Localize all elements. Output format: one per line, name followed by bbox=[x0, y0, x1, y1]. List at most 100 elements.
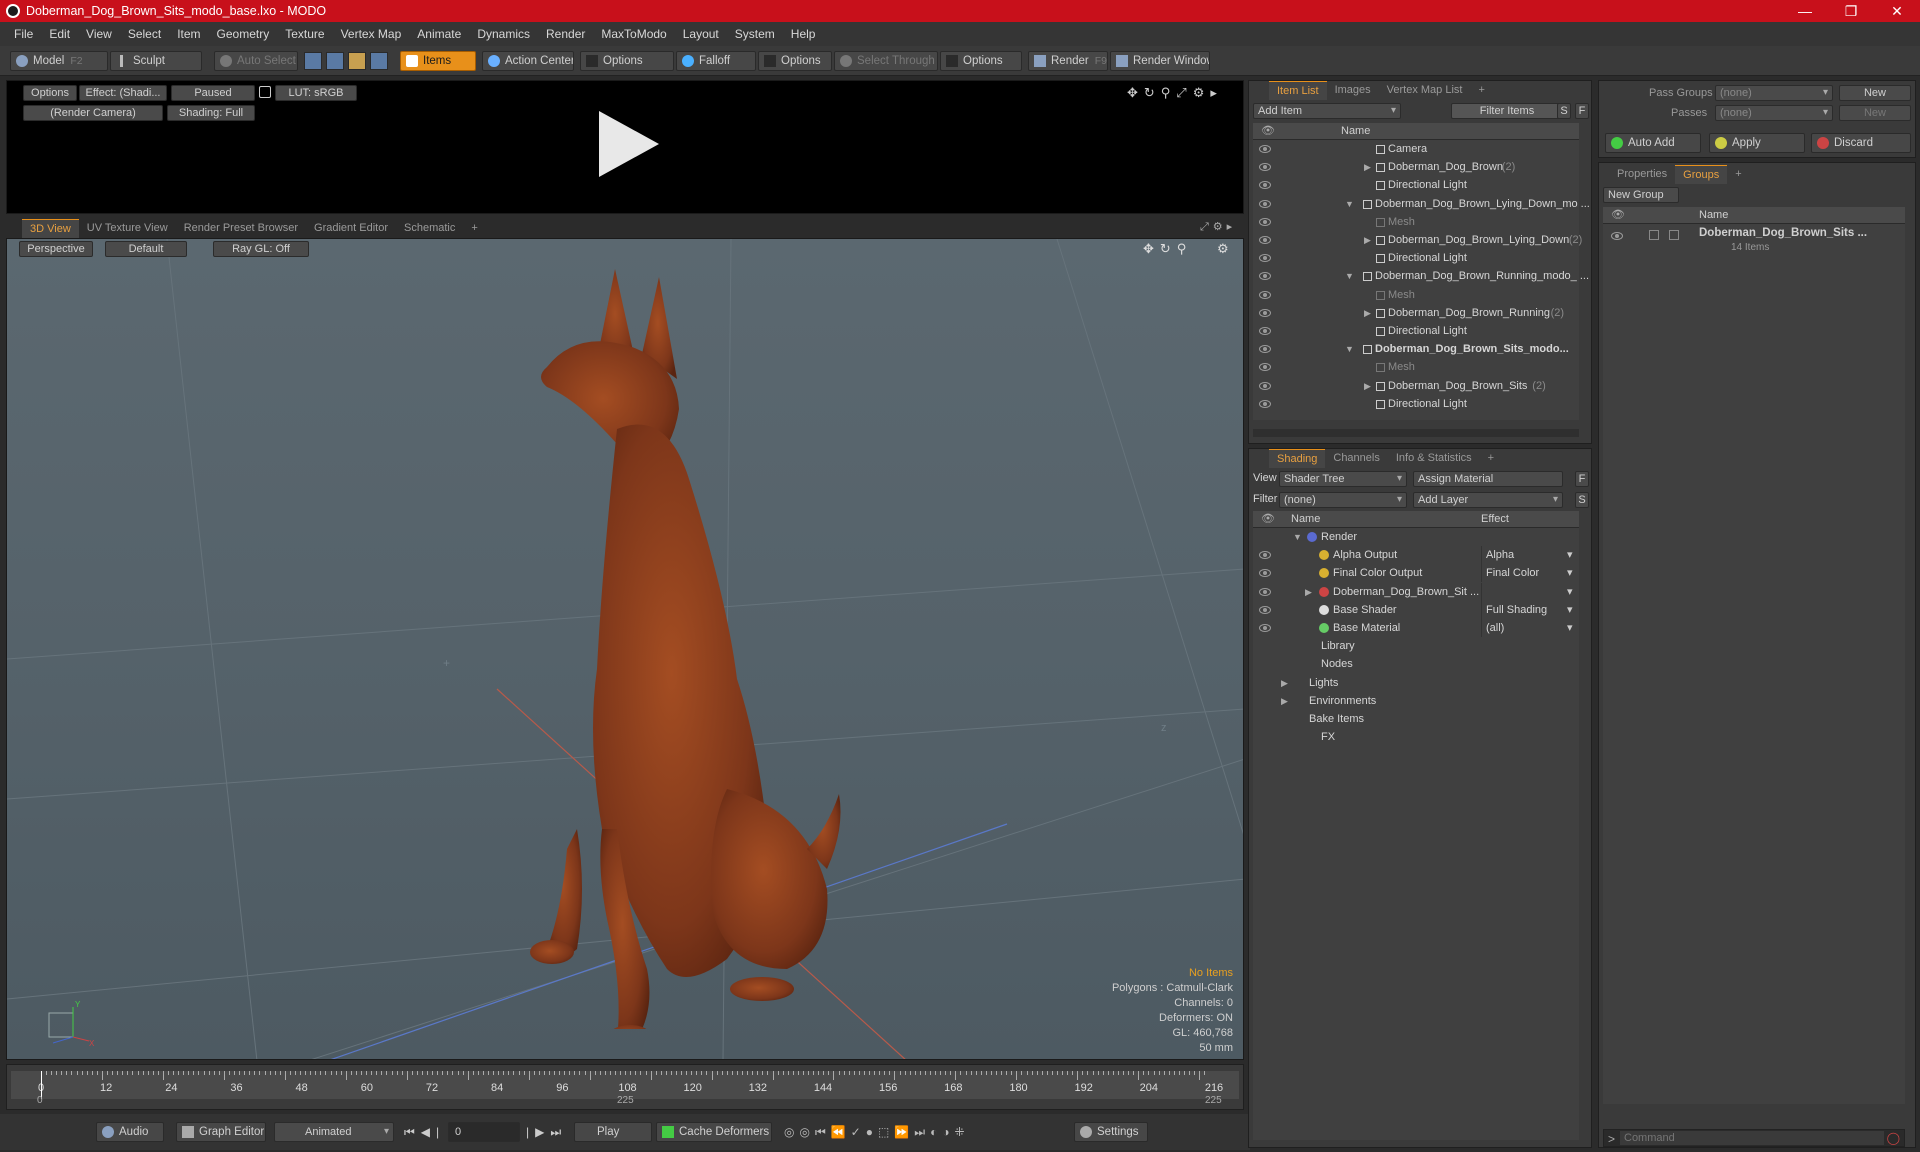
edges-mode-icon[interactable] bbox=[326, 52, 344, 70]
view-dropdown[interactable]: Shader Tree bbox=[1279, 471, 1407, 487]
cache-deformers-button[interactable]: Cache Deformers bbox=[656, 1122, 772, 1142]
tab-schematic[interactable]: Schematic bbox=[396, 219, 463, 237]
item-row[interactable]: Mesh bbox=[1253, 358, 1579, 376]
shader-row[interactable]: ▶ Doberman_Dog_Brown_Sit ... ▾ bbox=[1253, 582, 1579, 601]
model-mode-button[interactable]: Model F2 bbox=[10, 51, 108, 71]
shader-row[interactable]: Alpha Output Alpha ▾ bbox=[1253, 546, 1579, 565]
audio-button[interactable]: Audio bbox=[96, 1122, 164, 1142]
select-through-options-button[interactable]: Options bbox=[940, 51, 1022, 71]
shading-dropdown[interactable]: Shading: Full bbox=[167, 105, 255, 121]
menu-view[interactable]: View bbox=[78, 27, 120, 41]
eye-icon[interactable] bbox=[1259, 217, 1271, 226]
render-camera-dropdown[interactable]: (Render Camera) bbox=[23, 105, 163, 121]
shader-row[interactable]: Nodes bbox=[1253, 655, 1579, 673]
menu-texture[interactable]: Texture bbox=[277, 27, 332, 41]
materials-mode-icon[interactable] bbox=[370, 52, 388, 70]
item-row[interactable]: Directional Light bbox=[1253, 249, 1579, 267]
menu-select[interactable]: Select bbox=[120, 27, 169, 41]
menu-item[interactable]: Item bbox=[169, 27, 208, 41]
auto-select-button[interactable]: Auto Select bbox=[214, 51, 298, 71]
item-row[interactable]: ▼ Doberman_Dog_Brown_Lying_Down_mo ... bbox=[1253, 195, 1590, 213]
effect-dropdown[interactable]: Alpha bbox=[1481, 546, 1579, 565]
menu-render[interactable]: Render bbox=[538, 27, 593, 41]
render-button[interactable]: Render F9 bbox=[1028, 51, 1108, 71]
sculpt-button[interactable]: Sculpt bbox=[110, 51, 202, 71]
close-button[interactable]: ✕ bbox=[1874, 0, 1920, 22]
eye-icon[interactable] bbox=[1259, 163, 1271, 172]
eye-icon[interactable] bbox=[1259, 605, 1271, 614]
tab-render-preset-browser[interactable]: Render Preset Browser bbox=[176, 219, 306, 237]
shader-row[interactable]: Final Color Output Final Color ▾ bbox=[1253, 564, 1579, 583]
add-tab-button[interactable]: + bbox=[1727, 165, 1749, 183]
timeline[interactable]: 0 12 24 36 48 60 72 84 96 108 120 132 144 156 168 180 19… bbox=[6, 1064, 1244, 1110]
shader-row[interactable]: Library bbox=[1253, 637, 1579, 655]
shader-row[interactable]: Base Material (all) ▾ bbox=[1253, 619, 1579, 637]
select-through-button[interactable]: Select Through bbox=[834, 51, 938, 71]
menu-layout[interactable]: Layout bbox=[675, 27, 727, 41]
viewport-nav-icons[interactable]: ✥↻⚲ bbox=[1143, 241, 1192, 257]
item-row[interactable]: Directional Light bbox=[1253, 395, 1579, 413]
menu-geometry[interactable]: Geometry bbox=[209, 27, 278, 41]
key-tools-icons[interactable]: ◎◎⏮⏪✓●⬚⏩⏭◐◑⁜ bbox=[784, 1125, 970, 1140]
auto-add-button[interactable]: Auto Add bbox=[1605, 133, 1701, 153]
shader-row[interactable]: FX bbox=[1253, 728, 1579, 746]
lut-dropdown[interactable]: LUT: sRGB bbox=[275, 85, 357, 101]
group-row[interactable]: Doberman_Dog_Brown_Sits ... 14 Items bbox=[1603, 224, 1905, 258]
play-icon[interactable] bbox=[593, 109, 663, 179]
effect-dropdown[interactable] bbox=[1481, 582, 1579, 601]
3d-viewport[interactable]: + z Perspective Default Ray GL: Off ✥↻⚲ … bbox=[6, 238, 1244, 1060]
viewport-settings-icon[interactable]: ⚙ bbox=[1217, 241, 1229, 257]
eye-icon[interactable] bbox=[1259, 327, 1271, 335]
tab-channels[interactable]: Channels bbox=[1325, 449, 1387, 467]
add-tab-button[interactable]: + bbox=[463, 219, 485, 237]
frame-field[interactable]: 0 bbox=[448, 1122, 520, 1142]
menu-vertex-map[interactable]: Vertex Map bbox=[333, 27, 410, 41]
preview-effect-dropdown[interactable]: Effect: (Shadi... bbox=[79, 85, 167, 101]
eye-icon[interactable] bbox=[1259, 551, 1271, 560]
item-row[interactable]: Mesh bbox=[1253, 213, 1579, 231]
animated-dropdown[interactable]: Animated bbox=[274, 1122, 394, 1142]
collapse-arrow-icon[interactable]: ▼ bbox=[1293, 528, 1302, 546]
eye-icon[interactable] bbox=[1259, 254, 1271, 263]
shader-row[interactable]: ▼ Render bbox=[1253, 528, 1579, 546]
menu-system[interactable]: System bbox=[727, 27, 783, 41]
effect-dropdown[interactable]: Full Shading bbox=[1481, 600, 1579, 619]
falloff-options-button[interactable]: Options bbox=[758, 51, 832, 71]
eye-icon[interactable] bbox=[1259, 308, 1271, 317]
action-center-button[interactable]: Action Center bbox=[482, 51, 574, 71]
new-group-button[interactable]: New Group bbox=[1603, 187, 1679, 203]
assign-material-button[interactable]: Assign Material bbox=[1413, 471, 1563, 487]
lock-toggle-icon[interactable] bbox=[1649, 230, 1659, 240]
apply-button[interactable]: Apply bbox=[1709, 133, 1805, 153]
preview-nav-icons[interactable]: ✥↻⚲⤢⚙▸ bbox=[1127, 85, 1223, 101]
expand-arrow-icon[interactable]: ▶ bbox=[1281, 674, 1288, 692]
eye-icon[interactable] bbox=[1611, 232, 1623, 240]
expand-arrow-icon[interactable]: ▶ bbox=[1364, 304, 1371, 322]
eye-icon[interactable] bbox=[1259, 399, 1271, 408]
ray-gl-dropdown[interactable]: Ray GL: Off bbox=[213, 241, 309, 257]
command-input[interactable] bbox=[1620, 1131, 1884, 1145]
collapse-arrow-icon[interactable]: ▼ bbox=[1345, 267, 1354, 285]
polygons-mode-icon[interactable] bbox=[348, 52, 366, 70]
eye-icon[interactable] bbox=[1259, 290, 1271, 299]
items-mode-button[interactable]: Items bbox=[400, 51, 476, 71]
record-icon[interactable]: ◯ bbox=[1887, 1131, 1900, 1145]
vertices-mode-icon[interactable] bbox=[304, 52, 322, 70]
play-button[interactable]: Play bbox=[574, 1122, 652, 1142]
menu-maxtomodo[interactable]: MaxToModo bbox=[593, 27, 674, 41]
item-row[interactable]: ▶ Doberman_Dog_Brown_Sits (2) bbox=[1253, 377, 1579, 395]
rewind-controls[interactable]: ⏮◀| bbox=[404, 1125, 445, 1140]
eye-icon[interactable] bbox=[1259, 181, 1271, 190]
item-row[interactable]: ▶ Doberman_Dog_Brown (2) bbox=[1253, 158, 1579, 176]
tab-info-statistics[interactable]: Info & Statistics bbox=[1388, 449, 1480, 467]
shader-row[interactable]: ▶ Lights bbox=[1253, 674, 1579, 692]
falloff-button[interactable]: Falloff bbox=[676, 51, 756, 71]
effect-dropdown[interactable]: (all) bbox=[1481, 619, 1579, 637]
tab-item-list[interactable]: Item List bbox=[1269, 80, 1327, 100]
eye-icon[interactable] bbox=[1259, 587, 1271, 596]
maximize-button[interactable]: ❐ bbox=[1828, 0, 1874, 22]
collapse-arrow-icon[interactable]: ▼ bbox=[1345, 195, 1354, 213]
menu-animate[interactable]: Animate bbox=[409, 27, 469, 41]
passes-dropdown[interactable]: (none) bbox=[1715, 105, 1833, 121]
collapse-arrow-icon[interactable]: ▼ bbox=[1345, 340, 1354, 358]
